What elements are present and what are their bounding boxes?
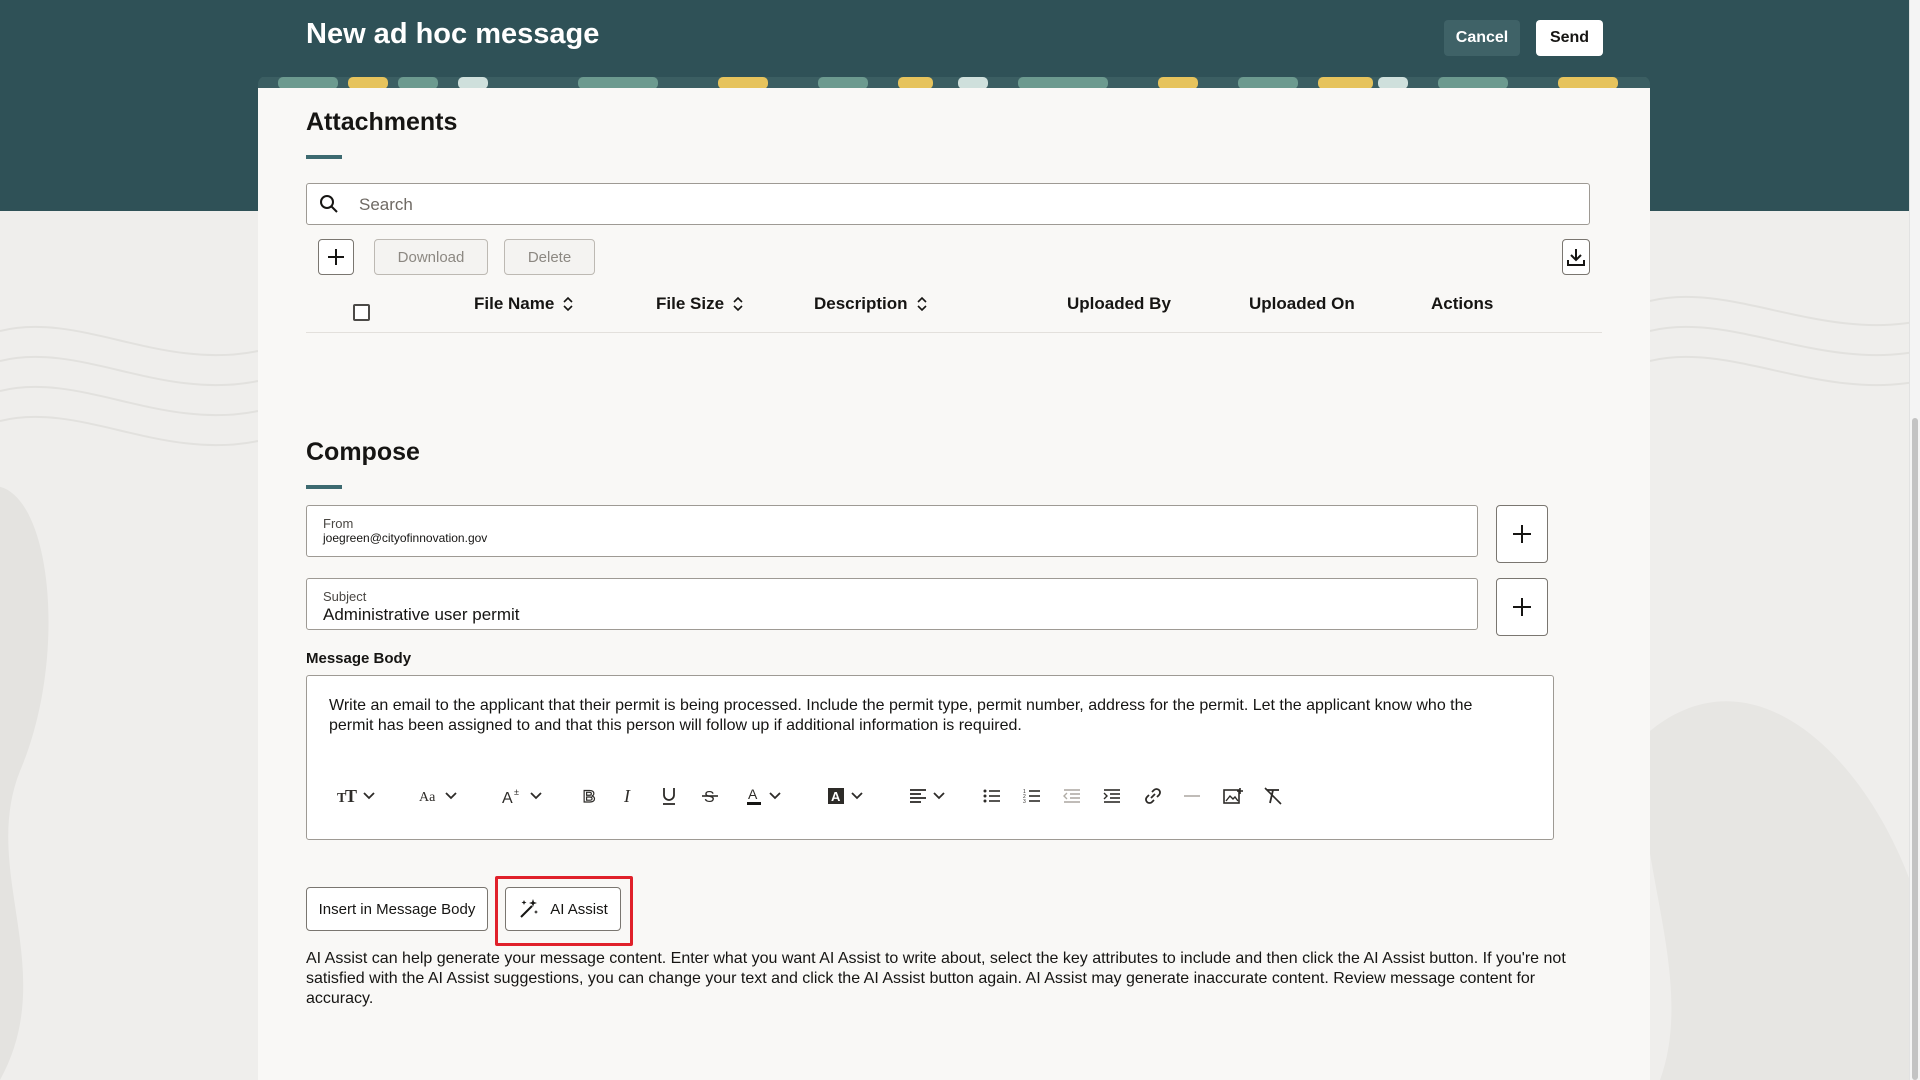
- align-icon[interactable]: [909, 778, 945, 814]
- attachments-heading-underline: [306, 155, 342, 159]
- underline-icon[interactable]: [661, 778, 677, 814]
- column-uploaded-on: Uploaded On: [1249, 294, 1355, 313]
- numbered-list-icon[interactable]: 123: [1023, 778, 1041, 814]
- compose-heading-underline: [306, 485, 342, 489]
- plus-icon: [1513, 598, 1531, 616]
- svg-text:A: A: [748, 786, 758, 802]
- ai-assist-help-text: AI Assist can help generate your message…: [306, 950, 1566, 1007]
- from-value: joegreen@cityofinnovation.gov: [323, 531, 488, 545]
- sort-icon: [733, 296, 743, 312]
- download-button[interactable]: Download: [374, 239, 488, 275]
- column-actions: Actions: [1431, 294, 1494, 313]
- subject-label: Subject: [323, 589, 367, 604]
- link-icon[interactable]: [1143, 778, 1163, 814]
- outdent-icon[interactable]: [1063, 778, 1081, 814]
- bullet-list-icon[interactable]: [983, 778, 1001, 814]
- italic-icon[interactable]: I: [621, 778, 637, 814]
- chevron-down-icon: [445, 792, 457, 800]
- search-input[interactable]: [357, 184, 1561, 226]
- rich-text-toolbar: TT Aa A ± B I S A A 1 2 3: [307, 778, 1553, 814]
- superscript-icon[interactable]: A ±: [502, 778, 542, 814]
- attachments-heading: Attachments: [306, 108, 458, 136]
- strikethrough-icon[interactable]: S: [701, 778, 719, 814]
- indent-icon[interactable]: [1103, 778, 1121, 814]
- add-subject-attribute-button[interactable]: [1496, 578, 1548, 636]
- attachments-search-box[interactable]: [306, 183, 1590, 226]
- sort-icon: [916, 296, 927, 312]
- svg-text:Aa: Aa: [419, 790, 436, 805]
- svg-text:A: A: [831, 789, 841, 804]
- chevron-down-icon: [933, 792, 945, 800]
- from-label: From: [323, 516, 354, 531]
- bold-icon[interactable]: B: [581, 778, 597, 814]
- from-field[interactable]: From joegreen@cityofinnovation.gov: [306, 505, 1478, 557]
- compose-heading: Compose: [306, 438, 420, 466]
- decorative-pattern-strip: [258, 76, 1650, 88]
- svg-text:I: I: [623, 787, 631, 805]
- send-button[interactable]: Send: [1536, 20, 1603, 56]
- highlight-color-icon[interactable]: A: [827, 778, 863, 814]
- main-panel: Attachments Download Delete File Name Fi…: [258, 88, 1650, 1080]
- page-title: New ad hoc message: [306, 18, 600, 50]
- text-color-icon[interactable]: A: [745, 778, 781, 814]
- subject-value: Administrative user permit: [323, 605, 520, 624]
- column-file-size[interactable]: File Size: [656, 294, 744, 314]
- add-from-button[interactable]: [1496, 505, 1548, 563]
- delete-button[interactable]: Delete: [504, 239, 595, 275]
- svg-text:3: 3: [1023, 799, 1026, 804]
- chevron-down-icon: [530, 792, 542, 800]
- insert-in-message-body-button[interactable]: Insert in Message Body: [306, 887, 488, 931]
- message-body-text[interactable]: Write an email to the applicant that the…: [329, 696, 1519, 736]
- column-file-name[interactable]: File Name: [474, 294, 574, 314]
- cancel-button[interactable]: Cancel: [1444, 20, 1520, 56]
- message-body-editor[interactable]: Write an email to the applicant that the…: [306, 675, 1554, 840]
- svg-text:A: A: [502, 790, 513, 805]
- horizontal-rule-icon[interactable]: [1183, 778, 1201, 814]
- download-icon: [1567, 249, 1585, 266]
- export-button[interactable]: [1562, 239, 1590, 275]
- chevron-down-icon: [769, 792, 781, 800]
- select-all-checkbox[interactable]: [353, 304, 370, 321]
- scrollbar-thumb[interactable]: [1912, 418, 1918, 1080]
- font-size-icon[interactable]: TT: [337, 778, 375, 814]
- page-header: New ad hoc message Cancel Send: [258, 0, 1650, 88]
- message-body-label: Message Body: [306, 650, 412, 667]
- font-family-icon[interactable]: Aa: [419, 778, 457, 814]
- plus-icon: [328, 249, 344, 265]
- sort-icon: [563, 296, 573, 312]
- search-icon: [319, 194, 339, 214]
- attachments-table-header: File Name File Size Description Uploaded…: [306, 280, 1602, 333]
- chevron-down-icon: [363, 792, 375, 800]
- svg-text:B: B: [583, 787, 595, 805]
- clear-format-icon[interactable]: [1263, 778, 1283, 814]
- ai-assist-highlight-box: [495, 876, 633, 946]
- svg-text:T: T: [345, 787, 357, 805]
- add-attachment-button[interactable]: [318, 239, 354, 275]
- column-description[interactable]: Description: [814, 294, 928, 314]
- svg-text:S: S: [704, 789, 715, 805]
- svg-text:±: ±: [514, 787, 519, 797]
- insert-image-icon[interactable]: [1223, 778, 1243, 814]
- chevron-down-icon: [851, 792, 863, 800]
- plus-icon: [1513, 525, 1531, 543]
- column-uploaded-by: Uploaded By: [1067, 294, 1171, 313]
- page-scrollbar[interactable]: [1909, 0, 1920, 1080]
- subject-field[interactable]: Subject Administrative user permit: [306, 578, 1478, 630]
